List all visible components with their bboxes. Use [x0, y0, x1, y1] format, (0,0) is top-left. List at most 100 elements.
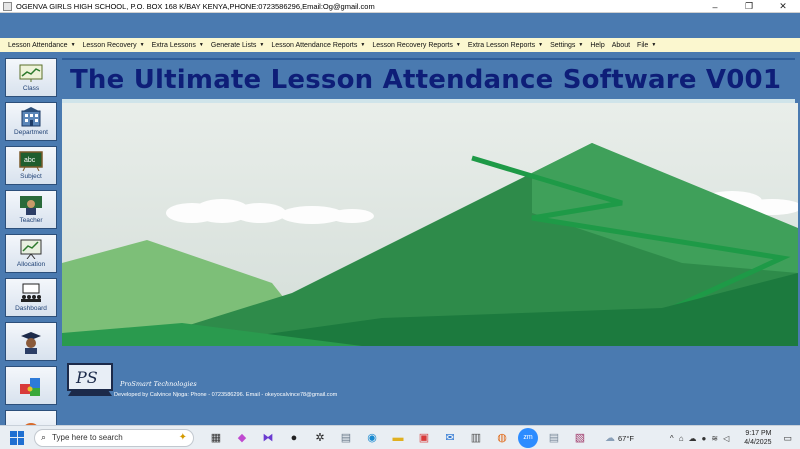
sidebar-item-label: Subject — [20, 173, 42, 180]
sidebar-item-teacher[interactable]: Teacher — [5, 190, 57, 229]
window-title: OGENVA GIRLS HIGH SCHOOL, P.O. BOX 168 K… — [16, 1, 375, 11]
footer-area: PS ProSmart Technologies Developed by Ca… — [62, 346, 800, 425]
menu-label: Extra Lesson Reports — [467, 41, 536, 49]
visual-studio-icon[interactable]: ⧓ — [258, 428, 278, 448]
calculator-icon[interactable]: ▥ — [466, 428, 486, 448]
dropdown-caret-icon: ▼ — [259, 42, 265, 48]
onedrive-icon[interactable]: ☁ — [689, 434, 697, 443]
dropdown-caret-icon: ▼ — [578, 42, 584, 48]
menu-label: Settings — [550, 41, 576, 49]
search-placeholder: Type here to search — [52, 433, 123, 442]
presentation-icon — [18, 283, 44, 303]
wifi-icon[interactable]: ≋ — [711, 434, 718, 443]
sidebar-item-subject[interactable]: abc Subject — [5, 146, 57, 185]
system-tray: ☁ 67°F ^ ⌂ ☁ ● ≋ ◁ 9:17 PM 4/4/2025 ▭ — [605, 426, 800, 449]
sidebar-item-graduate[interactable] — [5, 322, 57, 361]
menu-extra-lessons[interactable]: Extra Lessons ▼ — [152, 42, 204, 49]
page-title: The Ultimate Lesson Attendance Software … — [70, 64, 782, 95]
chevron-up-icon[interactable]: ^ — [670, 434, 674, 443]
landscape-illustration — [62, 103, 798, 346]
menu-lesson-recovery-reports[interactable]: Lesson Recovery Reports ▼ — [372, 42, 461, 49]
sidebar-item-label: Allocation — [16, 261, 46, 268]
clock-date: 4/4/2025 — [744, 439, 772, 446]
file-explorer-icon[interactable]: ▬ — [388, 428, 408, 448]
github-icon[interactable]: ● — [284, 428, 304, 448]
heading-banner: The Ultimate Lesson Attendance Software … — [62, 58, 795, 99]
store-icon[interactable]: ▣ — [414, 428, 434, 448]
menu-file[interactable]: File ▼ — [637, 42, 656, 49]
menu-extra-lesson-reports[interactable]: Extra Lesson Reports ▼ — [468, 42, 543, 49]
menu-help[interactable]: Help — [590, 42, 604, 49]
network-icon[interactable]: ⌂ — [679, 434, 684, 443]
edge-icon[interactable]: ◉ — [362, 428, 382, 448]
menu-lesson-recovery[interactable]: Lesson Recovery ▼ — [83, 42, 145, 49]
firefox-icon[interactable]: ◍ — [492, 428, 512, 448]
taskbar: ⌕ Type here to search ✦ ▦ ◆ ⧓ ● ✲ ▤ ◉ ▬ … — [0, 425, 800, 449]
clock-time: 9:17 PM — [745, 430, 772, 437]
volume-icon[interactable]: ◁ — [723, 434, 729, 443]
zoom-icon[interactable]: zm — [518, 427, 538, 448]
sidebar-item-dashboard[interactable]: Dashboard — [5, 278, 57, 317]
menu-label: File — [637, 41, 649, 49]
sidebar-item-class[interactable]: Class — [5, 58, 57, 97]
sidebar-item-label: Dashboard — [15, 305, 47, 312]
menu-label: Lesson Attendance — [8, 41, 68, 49]
dropdown-caret-icon: ▼ — [651, 42, 657, 48]
database-icon[interactable]: ▤ — [336, 428, 356, 448]
graduate-icon — [18, 331, 44, 354]
sparkle-icon: ✦ — [178, 432, 187, 443]
menu-lesson-attendance-reports[interactable]: Lesson Attendance Reports ▼ — [271, 42, 365, 49]
dropdown-caret-icon: ▼ — [455, 42, 461, 48]
chart-board-icon — [18, 63, 44, 83]
tray-icons: ^ ⌂ ☁ ● ≋ ◁ — [670, 434, 734, 443]
sidebar-item-department[interactable]: Department — [5, 102, 57, 141]
dropdown-caret-icon: ▼ — [139, 42, 145, 48]
building-icon — [18, 107, 44, 127]
menu-settings[interactable]: Settings ▼ — [550, 42, 583, 49]
top-band — [0, 13, 800, 38]
dropdown-caret-icon: ▼ — [360, 42, 366, 48]
minimize-button[interactable]: – — [698, 0, 732, 13]
sidebar-item-allocation[interactable]: Allocation — [5, 234, 57, 273]
menu-label: Generate Lists — [210, 41, 257, 49]
weather-widget[interactable]: ☁ 67°F — [605, 433, 634, 444]
sql-server-icon[interactable]: ▤ — [544, 428, 564, 448]
chatgpt-icon[interactable]: ✲ — [310, 428, 330, 448]
dropdown-caret-icon: ▼ — [538, 42, 544, 48]
taskbar-apps: ▦ ◆ ⧓ ● ✲ ▤ ◉ ▬ ▣ ✉ ▥ ◍ zm ▤ ▧ — [206, 427, 596, 448]
winrar-icon[interactable]: ▧ — [570, 428, 590, 448]
prosmart-logo-icon: PS — [66, 362, 114, 398]
sidebar-item-puzzle[interactable] — [5, 366, 57, 405]
menu-generate-lists[interactable]: Generate Lists ▼ — [211, 42, 264, 49]
windows-start-icon[interactable] — [10, 430, 24, 445]
dropdown-caret-icon: ▼ — [70, 42, 76, 48]
developer-credit: Developed by Calvince Njoga: Phone - 072… — [114, 392, 338, 398]
chalkboard-abc-icon: abc — [18, 151, 44, 171]
window-controls: – ❐ ✕ — [698, 0, 800, 13]
clock[interactable]: 9:17 PM 4/4/2025 — [744, 429, 771, 447]
app-icon — [3, 1, 12, 11]
sidebar-item-label: Department — [14, 129, 48, 136]
notification-icon[interactable]: ▭ — [783, 433, 792, 444]
svg-text:abc: abc — [24, 157, 36, 164]
window-titlebar: OGENVA GIRLS HIGH SCHOOL, P.O. BOX 168 K… — [0, 0, 800, 13]
menu-label: Lesson Recovery — [82, 41, 137, 49]
close-button[interactable]: ✕ — [766, 0, 800, 13]
menu-lesson-attendance[interactable]: Lesson Attendance ▼ — [8, 42, 76, 49]
copilot-icon[interactable]: ◆ — [232, 428, 252, 448]
dropdown-caret-icon: ▼ — [198, 42, 204, 48]
taskbar-search[interactable]: ⌕ Type here to search ✦ — [34, 428, 194, 447]
logo-text: PS — [75, 368, 98, 387]
sidebar: Class Department abc Subject Teacher All… — [5, 58, 59, 428]
sidebar-item-label: Teacher — [19, 217, 43, 224]
maximize-button[interactable]: ❐ — [732, 0, 766, 13]
microphone-icon[interactable]: ● — [702, 434, 707, 443]
menu-label: Extra Lessons — [151, 41, 196, 49]
menu-about[interactable]: About — [612, 42, 630, 49]
menu-label: About — [611, 41, 631, 49]
teacher-icon — [18, 195, 44, 215]
task-view-icon[interactable]: ▦ — [206, 428, 226, 448]
puzzle-icon — [18, 376, 44, 396]
menu-label: Lesson Recovery Reports — [372, 41, 453, 49]
outlook-icon[interactable]: ✉ — [440, 428, 460, 448]
